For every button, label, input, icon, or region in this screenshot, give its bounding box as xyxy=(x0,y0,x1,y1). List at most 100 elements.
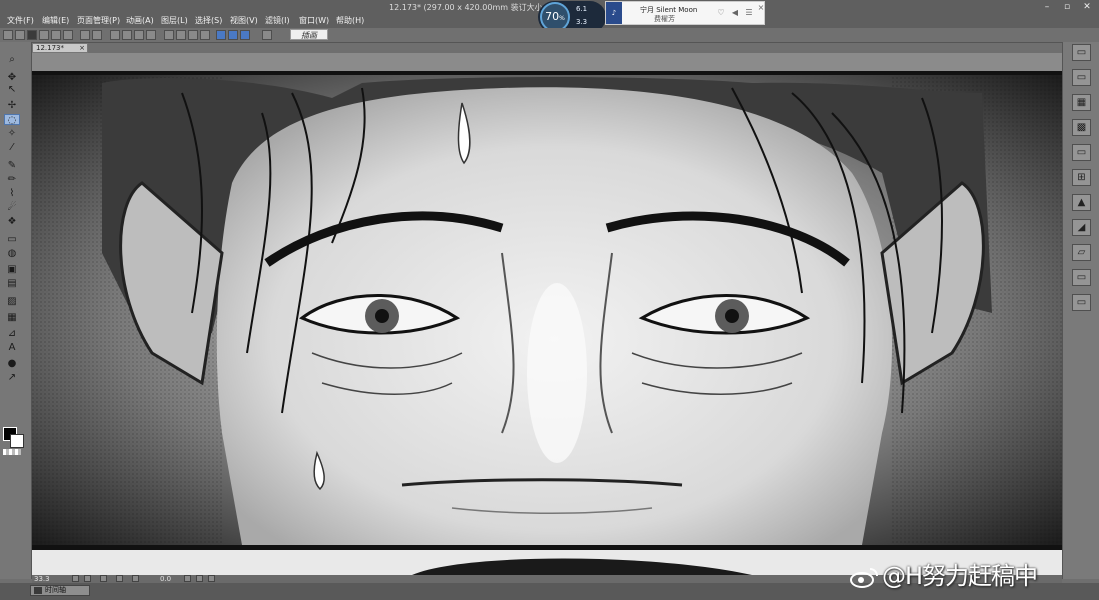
minimize-icon[interactable]: – xyxy=(1040,2,1054,12)
close-player-icon[interactable]: × xyxy=(756,3,766,13)
zoom-readout[interactable]: 33.3 xyxy=(34,575,50,583)
watermark-text: @H努力赶稿中 xyxy=(882,562,1038,590)
tool-panel: ⌕ ✥ ↖ ✢ ◌ ✧ ⁄ ✎ ✏ ⌇ ☄ ❖ ▭ ◍ ▣ ▤ ▨ ▦ ⊿ A ● ↗ xyxy=(0,42,32,579)
transparent-color-swatch[interactable] xyxy=(3,449,21,455)
menu-layer[interactable]: 图层(L) xyxy=(161,15,188,27)
zoom-out-icon[interactable] xyxy=(72,575,79,582)
menu-select[interactable]: 选择(S) xyxy=(195,15,222,27)
previous-panel-strip xyxy=(32,53,1062,71)
print-icon[interactable] xyxy=(262,30,272,40)
zoom-icon[interactable]: ⌕ xyxy=(4,54,20,65)
close-doc-icon[interactable] xyxy=(39,30,49,40)
figure-icon[interactable]: ▨ xyxy=(4,296,20,307)
open-icon[interactable] xyxy=(15,30,25,40)
document-tab-label: 12.173* xyxy=(36,44,64,52)
panel-border-top xyxy=(32,71,1062,75)
move-layer-icon[interactable]: ✢ xyxy=(4,100,20,111)
pencil-icon[interactable]: ✏ xyxy=(4,174,20,185)
menu-page[interactable]: 页面管理(P) xyxy=(77,15,120,27)
balloon-icon[interactable]: ● xyxy=(4,358,20,369)
folder-icon[interactable]: ▭ xyxy=(1072,294,1091,311)
heart-icon[interactable]: ♡ xyxy=(716,8,726,18)
folder-icon[interactable]: ▭ xyxy=(1072,44,1091,61)
folder-icon[interactable]: ▭ xyxy=(1072,144,1091,161)
airbrush-icon[interactable]: ☄ xyxy=(4,202,20,213)
pattern-icon[interactable]: ▦ xyxy=(1072,94,1091,111)
playlist-icon[interactable]: ☰ xyxy=(744,8,754,18)
save-icon[interactable] xyxy=(63,30,73,40)
rotate-left-icon[interactable] xyxy=(184,575,191,582)
document-tab[interactable]: 12.173* × xyxy=(32,43,88,53)
invert-selection-icon[interactable] xyxy=(134,30,144,40)
fit-screen-icon[interactable] xyxy=(100,575,107,582)
manga-artwork xyxy=(32,53,1062,575)
command-bar xyxy=(0,28,1099,43)
undo-icon[interactable] xyxy=(80,30,90,40)
timeline-icon xyxy=(34,587,42,594)
menu-animation[interactable]: 动画(A) xyxy=(126,15,154,27)
volume-icon[interactable]: ◀ xyxy=(730,8,740,18)
new-icon[interactable] xyxy=(3,30,13,40)
eraser-icon[interactable]: ▭ xyxy=(4,234,20,245)
checker-icon[interactable]: ▩ xyxy=(1072,119,1091,136)
material-icon[interactable]: ▱ xyxy=(1072,244,1091,261)
download-rate: 3.3 xyxy=(576,18,588,26)
image-icon[interactable]: ▲ xyxy=(1072,194,1091,211)
ruler-icon[interactable]: ⊿ xyxy=(4,328,20,339)
sub-color-swatch[interactable] xyxy=(10,434,24,448)
actual-size-icon[interactable] xyxy=(116,575,123,582)
auto-select-icon[interactable]: ✧ xyxy=(4,128,20,139)
layer-menu-icon[interactable] xyxy=(51,30,61,40)
redo-icon[interactable] xyxy=(92,30,102,40)
select-all-icon[interactable] xyxy=(110,30,120,40)
rotation-angle[interactable]: 0.0 xyxy=(160,575,171,583)
menu-help[interactable]: 帮助(H) xyxy=(336,15,364,27)
timeline-tab[interactable]: 时间轴 xyxy=(30,585,90,596)
selection-icon[interactable]: ◌ xyxy=(4,114,20,126)
layer-set-icon[interactable]: ⊞ xyxy=(1072,169,1091,186)
close-icon[interactable]: ✕ xyxy=(1080,2,1094,12)
brand-badge: 插画 xyxy=(290,29,328,40)
transform-icon[interactable] xyxy=(146,30,156,40)
close-tab-icon[interactable]: × xyxy=(79,44,85,52)
music-player: ♪ 宁月 Silent Moon 费櫂芳 ♡ ◀ ☰ × xyxy=(605,1,765,25)
maximize-icon[interactable]: ▫ xyxy=(1060,2,1074,12)
frame-border-icon[interactable]: ▦ xyxy=(4,312,20,323)
paste-icon[interactable] xyxy=(200,30,210,40)
window-controls: – ▫ ✕ xyxy=(1040,2,1098,12)
move-icon[interactable]: ✥ xyxy=(4,72,20,83)
menu-filter[interactable]: 滤镜(I) xyxy=(265,15,290,27)
rotate-right-icon[interactable] xyxy=(196,575,203,582)
menu-window[interactable]: 窗口(W) xyxy=(299,15,329,27)
deselect-icon[interactable] xyxy=(122,30,132,40)
watermark: @H努力赶稿中 xyxy=(850,556,1038,591)
folder-open-icon[interactable]: ▭ xyxy=(1072,69,1091,86)
menu-edit[interactable]: 编辑(E) xyxy=(42,15,69,27)
reset-rotation-icon[interactable] xyxy=(208,575,215,582)
palette-icon[interactable]: ▭ xyxy=(1072,269,1091,286)
special-ruler-snap-icon[interactable] xyxy=(228,30,238,40)
menu-file[interactable]: 文件(F) xyxy=(7,15,34,27)
fill-selection-icon[interactable] xyxy=(176,30,186,40)
gradient-icon[interactable]: ▤ xyxy=(4,278,20,289)
flip-horizontal-icon[interactable] xyxy=(132,575,139,582)
blend-icon[interactable]: ◍ xyxy=(4,248,20,259)
decoration-icon[interactable]: ❖ xyxy=(4,216,20,227)
clear-icon[interactable] xyxy=(164,30,174,40)
operation-icon[interactable]: ↖ xyxy=(4,84,20,95)
menu-view[interactable]: 视图(V) xyxy=(230,15,258,27)
fill-icon[interactable]: ▣ xyxy=(4,264,20,275)
eyedropper-icon[interactable]: ⁄ xyxy=(4,142,20,153)
grid-snap-icon[interactable] xyxy=(240,30,250,40)
zoom-in-icon[interactable] xyxy=(84,575,91,582)
pen-icon[interactable]: ✎ xyxy=(4,160,20,171)
ruler-snap-icon[interactable] xyxy=(216,30,226,40)
image-layer-icon[interactable]: ◢ xyxy=(1072,219,1091,236)
brush-icon[interactable]: ⌇ xyxy=(4,188,20,199)
text-icon[interactable]: A xyxy=(4,342,20,353)
drawing-canvas[interactable] xyxy=(32,53,1062,575)
save-icon[interactable] xyxy=(27,30,37,40)
correct-line-icon[interactable]: ↗ xyxy=(4,372,20,383)
copy-icon[interactable] xyxy=(188,30,198,40)
cpu-percent: 70 xyxy=(545,10,560,23)
